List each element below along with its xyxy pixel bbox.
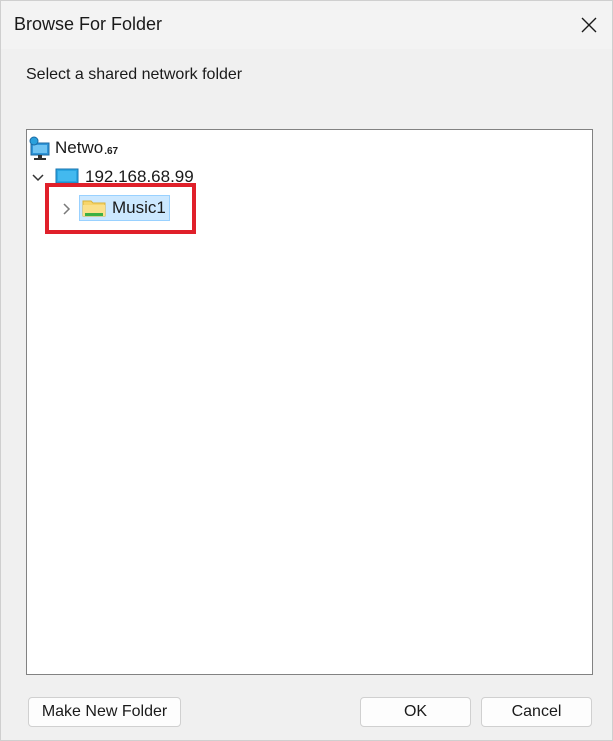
browse-for-folder-dialog: Browse For Folder Select a shared networ… xyxy=(0,0,613,741)
tree-item-network-suffix: .67 xyxy=(104,145,119,157)
music1-expander[interactable] xyxy=(58,201,74,217)
tree-item-host-label: 192.168.68.99 xyxy=(85,167,194,186)
network-icon xyxy=(29,136,50,160)
tree-item-network-label: Netwo xyxy=(55,138,104,157)
tree-item-music1-label: Music1 xyxy=(112,198,166,217)
tree-item-music1[interactable]: Music1 xyxy=(79,195,170,221)
instruction-text: Select a shared network folder xyxy=(26,66,243,83)
close-icon xyxy=(581,17,597,33)
make-new-folder-button[interactable]: Make New Folder xyxy=(28,697,181,727)
chevron-down-icon xyxy=(32,174,44,182)
chevron-right-icon xyxy=(63,203,71,215)
ok-button[interactable]: OK xyxy=(360,697,471,727)
tree-item-network[interactable]: Netwo .67 xyxy=(27,135,118,161)
host-expander[interactable] xyxy=(30,170,46,186)
folder-tree[interactable]: Netwo .67 192.168.68.99 Music1 xyxy=(26,129,593,675)
title-bar: Browse For Folder xyxy=(1,1,612,49)
selected-item-highlight: Music1 xyxy=(79,195,170,221)
cancel-button[interactable]: Cancel xyxy=(481,697,592,727)
folder-icon xyxy=(82,200,106,217)
window-title: Browse For Folder xyxy=(14,14,163,34)
computer-icon xyxy=(55,168,79,184)
close-button[interactable] xyxy=(566,1,612,49)
tree-item-host[interactable]: 192.168.68.99 xyxy=(55,164,194,190)
